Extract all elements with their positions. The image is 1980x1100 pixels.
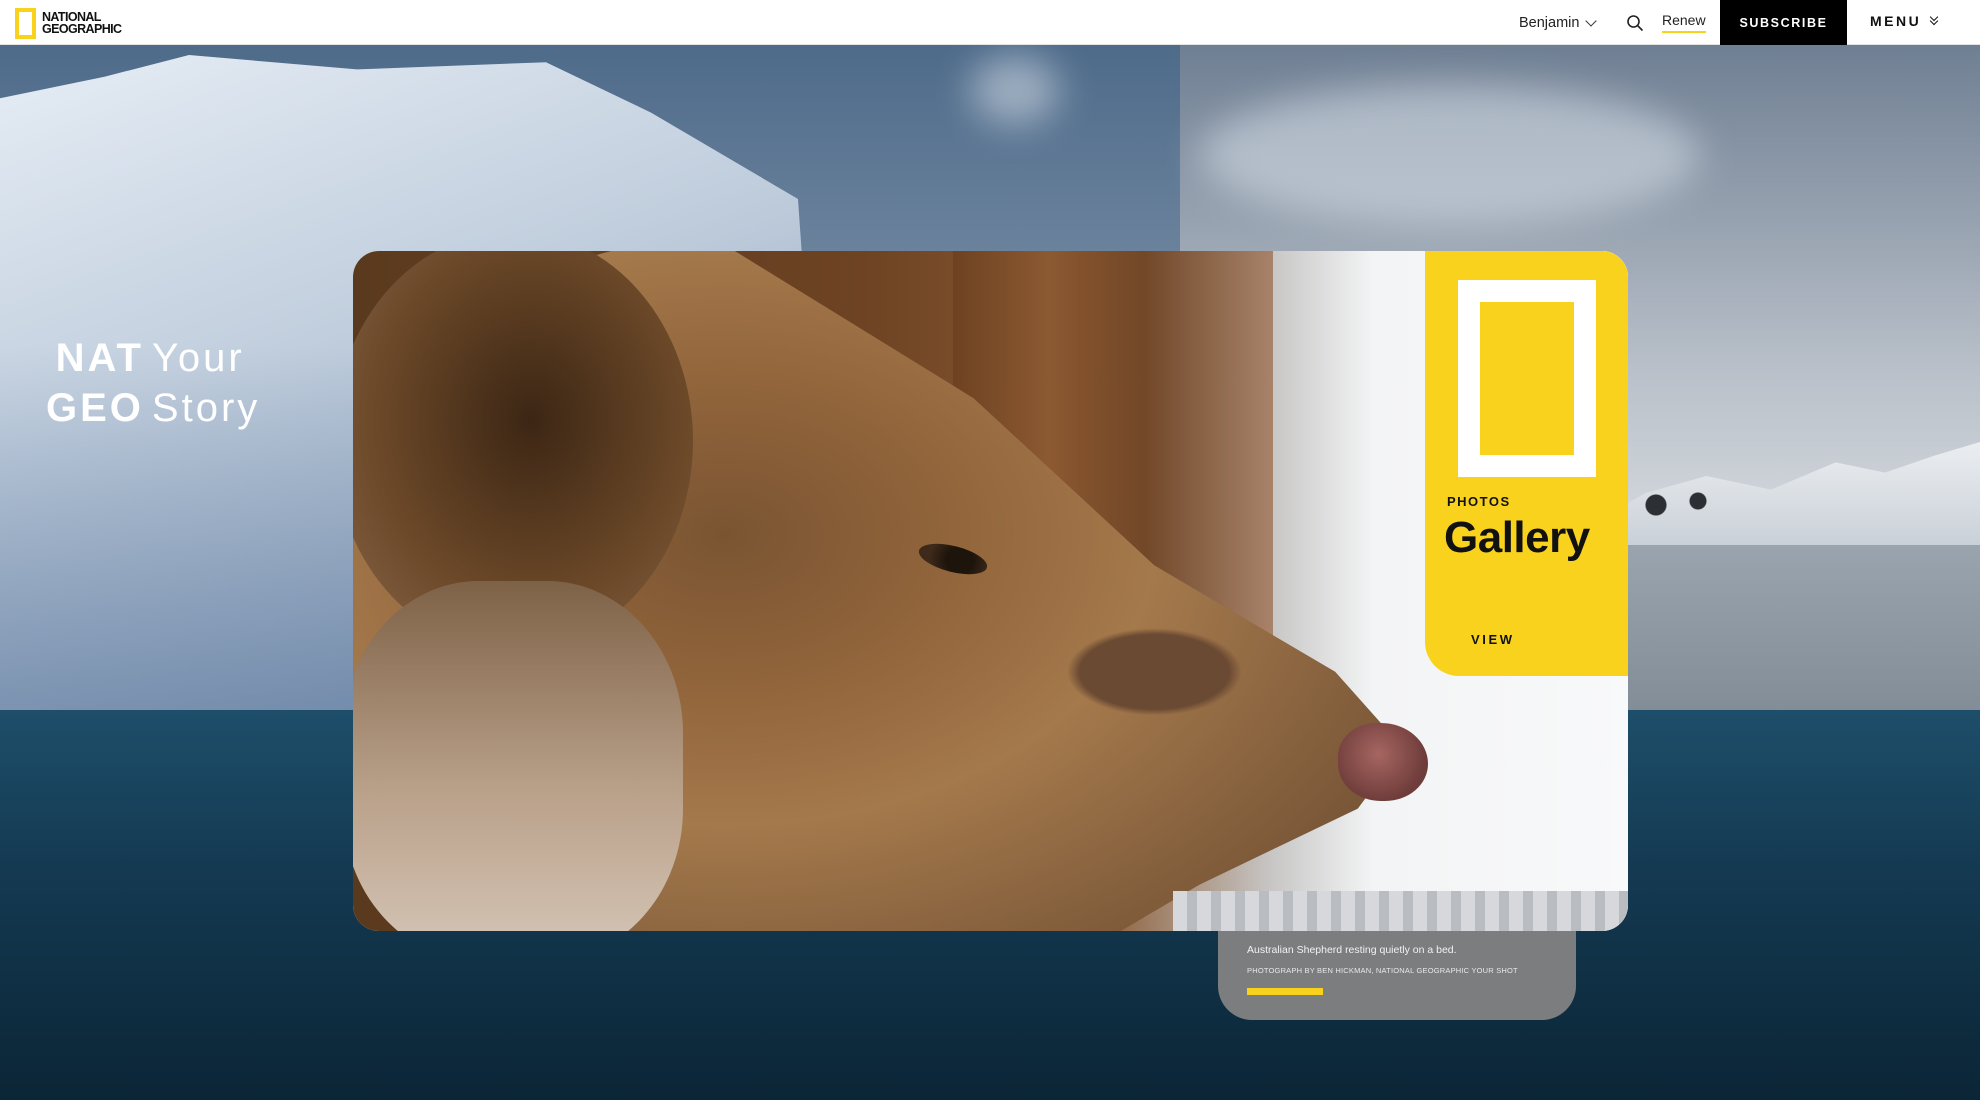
- national-geographic-logo[interactable]: NATIONAL GEOGRAPHIC: [15, 7, 122, 39]
- nat-geo-your-story-title: NAT Your GEO Story: [46, 335, 260, 431]
- top-nav: NATIONAL GEOGRAPHIC Benjamin Renew SUBSC…: [0, 0, 1980, 45]
- gallery-tab[interactable]: PHOTOS Gallery VIEW: [1425, 251, 1628, 676]
- logo-yellow-frame-icon: [15, 7, 36, 39]
- brand-word-geo: GEO: [46, 386, 144, 430]
- logo-wordmark: NATIONAL GEOGRAPHIC: [42, 11, 122, 36]
- featured-photo-card[interactable]: PHOTOS Gallery VIEW: [353, 251, 1628, 931]
- search-icon[interactable]: [1626, 14, 1644, 32]
- menu-label: MENU: [1870, 13, 1922, 29]
- caption-text: Australian Shepherd resting quietly on a…: [1247, 944, 1457, 956]
- logo-line-2: GEOGRAPHIC: [42, 22, 122, 36]
- brand-word-story: Story: [151, 386, 261, 430]
- double-chevron-down-icon: [1929, 12, 1939, 26]
- cloud: [970, 55, 1060, 125]
- subscribe-button[interactable]: SUBSCRIBE: [1720, 0, 1847, 45]
- photo-credit: PHOTOGRAPH BY BEN HICKMAN, NATIONAL GEOG…: [1247, 966, 1518, 975]
- cloud: [1200, 85, 1700, 225]
- renew-link[interactable]: Renew: [1662, 12, 1706, 33]
- view-gallery-link[interactable]: VIEW: [1471, 632, 1515, 647]
- gallery-kicker: PHOTOS: [1447, 494, 1511, 509]
- caption-accent-bar: [1247, 988, 1323, 995]
- gallery-title: Gallery: [1444, 513, 1590, 562]
- dog-nose: [1338, 723, 1428, 801]
- brand-word-your: Your: [151, 336, 245, 380]
- dog-mane: [353, 581, 683, 931]
- rocks: [1620, 485, 1740, 525]
- photo-caption: Australian Shepherd resting quietly on a…: [1218, 931, 1576, 1020]
- user-name: Benjamin: [1519, 15, 1580, 31]
- menu-button[interactable]: MENU: [1870, 12, 1939, 29]
- yellow-frame-icon: [1458, 280, 1596, 477]
- chevron-down-icon: [1585, 14, 1598, 27]
- striped-blanket: [1173, 891, 1628, 931]
- user-account-dropdown[interactable]: Benjamin: [1519, 13, 1598, 33]
- brand-word-nat: NAT: [55, 336, 144, 380]
